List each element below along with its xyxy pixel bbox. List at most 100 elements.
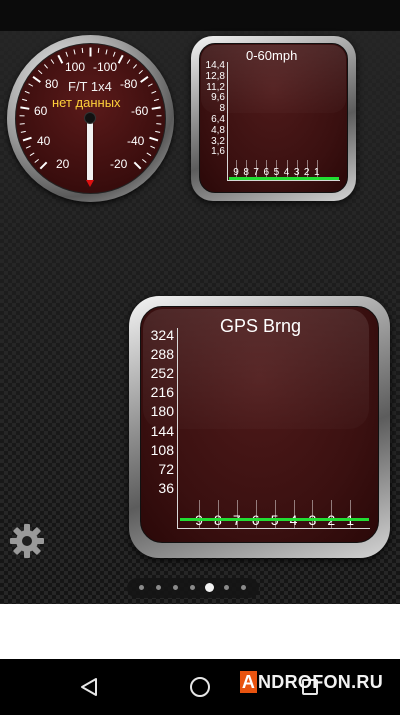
- page-dot-active[interactable]: [205, 583, 214, 592]
- chart-gridline: [255, 500, 257, 528]
- chart-small-title: 0-60mph: [246, 48, 298, 63]
- chart-large-y-tick: 216: [150, 384, 174, 401]
- dial-tick-mark: [32, 75, 41, 83]
- chart-large-title: GPS Brng: [220, 316, 302, 336]
- dial-scale-minus-100: -100: [93, 60, 118, 74]
- dial-tick-mark: [28, 83, 34, 87]
- ad-banner-area: [0, 604, 400, 659]
- dial-tick-mark: [29, 152, 35, 157]
- dial-needle: [87, 118, 93, 182]
- back-button[interactable]: [73, 671, 105, 703]
- chart-large-y-tick: 180: [150, 403, 174, 420]
- dial-scale-minus-40: -40: [127, 134, 145, 148]
- dial-tick-mark: [65, 51, 69, 57]
- chart-small-y-tick: 8: [219, 103, 225, 115]
- dial-tick-mark: [153, 98, 159, 102]
- dial-tick-mark: [25, 145, 31, 149]
- chart-gridline: [350, 500, 352, 528]
- dial-tick-mark: [24, 90, 30, 94]
- dial-tick-mark: [57, 54, 64, 64]
- dial-scale-100: 100: [65, 60, 86, 74]
- page-indicator[interactable]: [127, 578, 259, 598]
- dial-needle-cap: [84, 112, 96, 124]
- chart-small-series-line: [229, 177, 339, 180]
- dial-scale-20: 20: [56, 157, 70, 171]
- dial-tick-mark: [142, 158, 147, 163]
- chart-large-y-tick: 36: [158, 479, 174, 496]
- dial-tick-mark: [73, 49, 76, 55]
- dial-tick-mark: [97, 47, 100, 54]
- site-watermark: A NDROFON.RU: [240, 670, 383, 694]
- chart-gridline: [236, 500, 238, 528]
- dial-tick-mark: [105, 49, 108, 55]
- chart-small-x-axis-line: [227, 180, 340, 181]
- chart-small-y-tick: 3,2: [211, 135, 225, 147]
- back-icon: [81, 678, 97, 696]
- page-dot[interactable]: [156, 585, 161, 590]
- home-button[interactable]: [184, 671, 216, 703]
- dial-tick-mark: [150, 145, 156, 149]
- dial-tick-mark: [147, 83, 153, 87]
- dial-scale-80: 80: [45, 77, 59, 91]
- chart-small-y-tick: 12,8: [205, 70, 225, 82]
- chart-large-y-tick: 144: [150, 422, 174, 439]
- dial-tick-mark: [44, 64, 49, 69]
- page-dot[interactable]: [224, 585, 229, 590]
- dial-needle-tip: [86, 180, 94, 187]
- dial-tick-mark: [155, 130, 161, 133]
- chart-small-y-tick: 9,6: [211, 92, 225, 104]
- dial-tick-mark: [39, 161, 48, 170]
- dial-tick-mark: [22, 98, 28, 102]
- chart-gridline: [312, 500, 314, 528]
- chart-gridline: [293, 500, 295, 528]
- chart-large-x-axis-line: [177, 528, 370, 529]
- dial-scale-60: 60: [34, 104, 48, 118]
- chart-large-y-tick: 324: [150, 327, 174, 343]
- chart-large-y-tick: 72: [158, 460, 174, 477]
- dial-tick-mark: [38, 69, 43, 75]
- home-icon: [190, 677, 210, 697]
- dial-tick-mark: [81, 47, 84, 54]
- page-dot[interactable]: [190, 585, 195, 590]
- gear-icon[interactable]: [8, 522, 46, 560]
- dial-tick-mark: [50, 59, 55, 64]
- chart-small-y-tick: 1,6: [211, 146, 225, 158]
- status-bar: [0, 0, 400, 31]
- dial-tick-mark: [149, 136, 159, 142]
- page-dot[interactable]: [139, 585, 144, 590]
- dial-scale-minus-20: -20: [110, 157, 128, 171]
- chart-large-y-tick: 108: [150, 441, 174, 458]
- chart-large-y-tick: 252: [150, 365, 174, 382]
- dial-tick-mark: [151, 106, 161, 110]
- chart-gridline: [331, 500, 333, 528]
- dial-title: F/T 1x4: [68, 79, 112, 94]
- dial-tick-mark: [126, 59, 131, 64]
- dial-tick-mark: [112, 51, 116, 57]
- chart-large-y-tick: 288: [150, 346, 174, 363]
- chart-gridline: [199, 500, 200, 528]
- dial-scale-minus-80: -80: [120, 77, 138, 91]
- chart-gridline: [274, 500, 276, 528]
- watermark-text: NDROFON.RU: [258, 671, 383, 692]
- page-dot[interactable]: [173, 585, 178, 590]
- dial-tick-mark: [146, 152, 152, 157]
- chart-gridline: [217, 500, 219, 528]
- chart-small-y-tick: 11,2: [206, 81, 225, 93]
- dial-tick-mark: [133, 161, 142, 170]
- dial-tick-mark: [117, 54, 124, 64]
- chart-small-y-tick: 14,4: [205, 60, 225, 71]
- dial-tick-mark: [34, 158, 39, 163]
- dial-tick-mark: [138, 69, 143, 75]
- chart-small-y-tick: 6,4: [211, 114, 225, 125]
- dial-tick-mark: [151, 90, 157, 94]
- page-dot[interactable]: [241, 585, 246, 590]
- dial-scale-40: 40: [37, 134, 51, 148]
- dial-tick-mark: [22, 136, 32, 142]
- chart-small-y-tick: 4,8: [211, 124, 225, 136]
- dial-tick-mark: [140, 75, 149, 83]
- chart-large-series-line: [180, 518, 369, 521]
- dial-tick-mark: [132, 64, 137, 69]
- dial-scale-minus-60: -60: [131, 104, 149, 118]
- dial-tick-mark: [20, 106, 30, 110]
- chart-large-y-axis-line: [177, 328, 178, 528]
